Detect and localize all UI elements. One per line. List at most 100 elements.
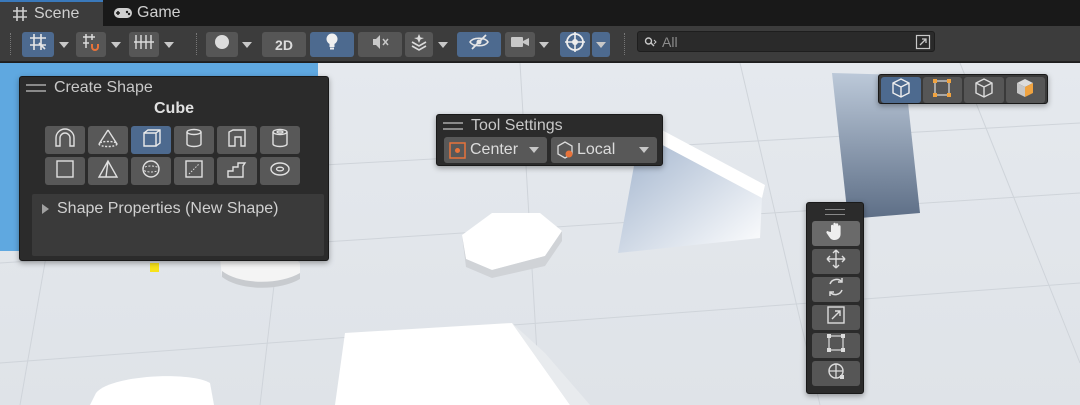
shape-properties-foldout[interactable]: Shape Properties (New Shape) <box>32 198 324 220</box>
shape-torus-button[interactable] <box>260 157 300 185</box>
door-icon <box>226 128 248 153</box>
scale-icon <box>825 304 847 331</box>
pivot-mode-label: Center <box>470 141 519 158</box>
pivot-rotation-dropdown[interactable]: Local <box>551 137 657 163</box>
tool-settings-overlay: Tool Settings Center Local <box>436 114 663 166</box>
shape-properties-panel: Shape Properties (New Shape) <box>32 194 324 256</box>
shape-properties-label: Shape Properties (New Shape) <box>57 200 279 217</box>
selected-shape-name: Cube <box>154 100 194 117</box>
drag-handle-icon[interactable] <box>825 209 845 215</box>
tools-overlay <box>806 202 864 394</box>
toolbar-grip <box>196 33 198 55</box>
search-field[interactable]: All <box>637 31 935 52</box>
grid-visibility-dropdown[interactable] <box>160 32 178 57</box>
draw-mode-dropdown[interactable] <box>238 32 256 57</box>
toolbar-grip <box>10 33 12 55</box>
tab-game-label: Game <box>137 4 181 21</box>
pivot-center-icon <box>448 140 468 160</box>
grid-snap-icon <box>28 32 48 57</box>
lighting-toggle[interactable] <box>310 32 354 57</box>
plane-icon <box>54 159 76 184</box>
magnet-grid-icon <box>81 32 101 57</box>
hand-icon <box>825 220 847 247</box>
shape-sprite-button[interactable] <box>174 157 214 185</box>
create-shape-title: Create Shape <box>54 79 153 96</box>
move-tool-button[interactable] <box>812 249 860 274</box>
increment-snap-button[interactable] <box>76 32 106 57</box>
prism-icon <box>97 159 119 184</box>
grid-snap-dropdown[interactable] <box>55 32 73 57</box>
rotate-tool-button[interactable] <box>812 277 860 302</box>
mute-speaker-icon <box>370 33 390 56</box>
vertex-select-icon <box>931 77 953 104</box>
local-cube-icon <box>555 140 575 160</box>
shape-cube-button[interactable] <box>131 126 171 154</box>
tool-settings-header[interactable]: Tool Settings <box>437 115 662 137</box>
shape-stairs-button[interactable] <box>217 157 257 185</box>
shape-cylinder-button[interactable] <box>174 126 214 154</box>
chevron-down-icon <box>438 41 448 48</box>
shape-door-button[interactable] <box>217 126 257 154</box>
rect-transform-icon <box>825 332 847 359</box>
scene-camera-dropdown[interactable] <box>535 32 553 57</box>
shape-prism-button[interactable] <box>88 157 128 185</box>
chevron-down-icon <box>59 41 69 48</box>
chevron-right-icon <box>42 204 49 214</box>
tab-scene[interactable]: Scene <box>0 0 103 26</box>
rect-tool-button[interactable] <box>812 333 860 358</box>
shape-cone-button[interactable] <box>88 126 128 154</box>
grid-snap-button[interactable] <box>22 32 54 57</box>
audio-toggle[interactable] <box>358 32 402 57</box>
gizmos-toggle[interactable] <box>560 32 590 57</box>
cube-icon <box>140 128 162 153</box>
shape-pipe-button[interactable] <box>260 126 300 154</box>
eye-hidden-icon <box>468 33 490 56</box>
grid-visibility-button[interactable] <box>129 32 159 57</box>
tab-scene-label: Scene <box>34 5 80 22</box>
layers-effects-icon <box>409 33 429 56</box>
rotate-icon <box>825 276 847 303</box>
shaded-sphere-icon <box>212 32 232 57</box>
face-mode-button[interactable] <box>1005 77 1045 103</box>
tool-settings-title: Tool Settings <box>471 117 563 134</box>
gamepad-icon <box>113 4 133 22</box>
gizmo-globe-icon <box>564 31 586 58</box>
scene-camera-button[interactable] <box>505 32 535 57</box>
move-arrows-icon <box>825 248 847 275</box>
object-cube-icon <box>890 77 912 104</box>
chevron-down-icon <box>639 147 649 153</box>
edge-mode-button[interactable] <box>964 77 1004 103</box>
search-icon <box>644 35 658 49</box>
drag-handle-icon[interactable] <box>443 122 463 130</box>
draw-mode-button[interactable] <box>206 32 238 57</box>
search-input[interactable]: All <box>662 34 678 50</box>
increment-snap-dropdown[interactable] <box>107 32 125 57</box>
view-2d-button[interactable]: 2D <box>262 32 306 57</box>
cone-icon <box>97 128 119 153</box>
popout-icon[interactable] <box>914 33 932 50</box>
view-2d-label: 2D <box>275 36 293 53</box>
grid-ruler-icon <box>133 33 155 56</box>
shape-sphere-button[interactable] <box>131 157 171 185</box>
pivot-mode-dropdown[interactable]: Center <box>444 137 547 163</box>
arch-icon <box>54 127 76 153</box>
vertex-mode-button[interactable] <box>922 77 962 104</box>
scale-tool-button[interactable] <box>812 305 860 330</box>
create-shape-header[interactable]: Create Shape <box>20 77 328 99</box>
sprite-icon <box>183 159 205 184</box>
tab-bar: Scene Game <box>0 0 1080 26</box>
drag-handle-icon[interactable] <box>26 84 46 92</box>
scene-visibility-toggle[interactable] <box>457 32 501 57</box>
gizmos-dropdown[interactable] <box>592 32 610 57</box>
effects-dropdown[interactable] <box>434 32 452 57</box>
effects-button[interactable] <box>405 32 433 57</box>
shape-arch-button[interactable] <box>45 126 85 154</box>
transform-tool-button[interactable] <box>812 361 860 386</box>
sphere-icon <box>140 159 162 184</box>
grid-hash-icon <box>10 5 30 23</box>
tab-game[interactable]: Game <box>107 0 197 26</box>
pipe-icon <box>269 128 291 153</box>
shape-plane-button[interactable] <box>45 157 85 185</box>
object-mode-button[interactable] <box>881 77 921 103</box>
view-tool-button[interactable] <box>812 221 860 246</box>
